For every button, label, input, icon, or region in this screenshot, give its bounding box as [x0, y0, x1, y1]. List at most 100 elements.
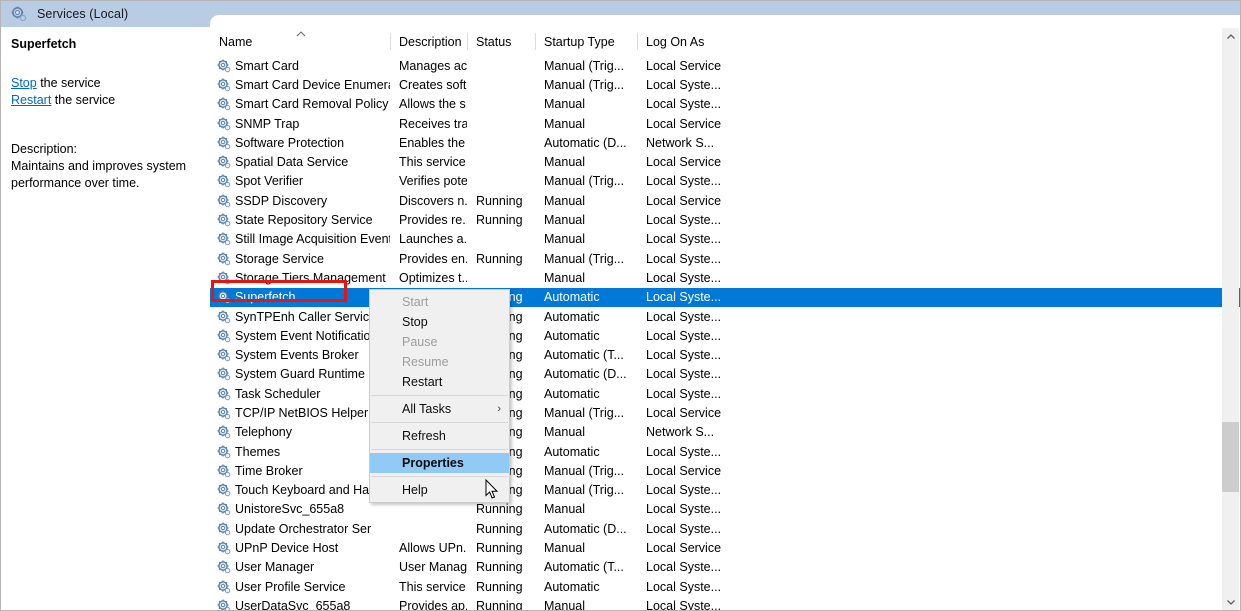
table-row[interactable]: TelephonyRunningManualNetwork S...	[210, 423, 1240, 442]
service-name-text: Spatial Data Service	[235, 155, 349, 170]
cell-service-name: Themes	[210, 445, 390, 459]
window-title-text: Services (Local)	[37, 7, 129, 21]
cell-log-on-as: Local Service	[646, 463, 722, 478]
table-row[interactable]: System Guard Runtime MRunningAutomatic (…	[210, 365, 1240, 384]
column-header-status[interactable]: Status	[467, 29, 535, 55]
table-row[interactable]: Storage Service Provides en... Running Manu…	[210, 249, 1240, 268]
service-gear-icon	[217, 194, 231, 208]
table-row[interactable]: Update Orchestrator Ser Running Automatic …	[210, 519, 1240, 538]
cell-service-name: TCP/IP NetBIOS Helper	[210, 406, 390, 420]
service-gear-icon	[217, 290, 231, 304]
table-row[interactable]: Task SchedulerRunningAutomaticLocal Syst…	[210, 384, 1240, 403]
restart-service-link[interactable]: Restart	[11, 93, 51, 107]
menu-item-all-tasks[interactable]: All Tasks ›	[370, 399, 509, 419]
service-name-text: Superfetch	[235, 290, 296, 305]
cell-service-name: UPnP Device Host	[210, 541, 390, 555]
cell-service-name: Smart Card Device Enumera...	[210, 78, 390, 92]
table-row[interactable]: Software Protection Enables the ... Automa…	[210, 133, 1240, 152]
table-row[interactable]: ThemesRunningAutomaticLocal Syste...	[210, 442, 1240, 461]
cell-service-name: System Events Broker	[210, 348, 390, 362]
column-header-startup-type[interactable]: Startup Type	[535, 29, 637, 55]
cell-log-on-as: Local Service	[646, 541, 722, 556]
table-row[interactable]: SSDP Discovery Discovers n... Running Manua…	[210, 191, 1240, 210]
cell-startup-type: Manual (Trig...	[544, 483, 625, 498]
service-gear-icon	[217, 502, 231, 516]
service-name-text: Storage Tiers Management	[235, 270, 386, 285]
table-row[interactable]: Smart Card Manages ac... Manual (Trig... Lo…	[210, 56, 1240, 75]
cell-description: User Manag...	[399, 560, 467, 575]
cell-service-name: Smart Card	[210, 59, 390, 73]
cell-log-on-as: Local Syste...	[646, 579, 722, 594]
scrollbar-thumb[interactable]	[1222, 422, 1239, 492]
table-row[interactable]: User Profile Service This service ... Runn…	[210, 577, 1240, 596]
stop-service-suffix: the service	[36, 76, 101, 90]
description-label: Description:	[11, 142, 77, 156]
table-row[interactable]: UnistoreSvc_655a8 Running Manual Local Syst…	[210, 500, 1240, 519]
table-row[interactable]: State Repository Service Provides re... Ru…	[210, 210, 1240, 229]
table-row[interactable]: Still Image Acquisition Events Launches a…	[210, 230, 1240, 249]
table-row[interactable]: Spot Verifier Verifies pote... Manual (Tri…	[210, 172, 1240, 191]
service-name-text: SynTPEnh Caller Service	[235, 309, 377, 324]
cell-startup-type: Manual	[544, 502, 585, 517]
service-gear-icon	[217, 97, 231, 111]
table-row[interactable]: Storage Tiers Management Optimizes t... Ma…	[210, 268, 1240, 287]
cell-log-on-as: Local Service	[646, 405, 722, 420]
table-row[interactable]: Touch Keyboard and HaRunningManual (Trig…	[210, 481, 1240, 500]
cell-log-on-as: Network S...	[646, 135, 715, 150]
table-row[interactable]: UPnP Device Host Allows UPn... Running Manu…	[210, 538, 1240, 557]
table-row[interactable]: Smart Card Device Enumera... Creates soft…	[210, 75, 1240, 94]
menu-item-refresh[interactable]: Refresh	[370, 426, 509, 446]
cell-log-on-as: Network S...	[646, 425, 715, 440]
service-name-text: SSDP Discovery	[235, 193, 328, 208]
cell-startup-type: Manual (Trig...	[544, 174, 625, 189]
cell-startup-type: Manual (Trig...	[544, 405, 625, 420]
cell-status: Running	[476, 251, 523, 266]
cell-description: Enables the ...	[399, 135, 467, 150]
menu-item-stop[interactable]: Stop	[370, 312, 509, 332]
scroll-up-arrow-icon[interactable]	[1222, 28, 1239, 45]
vertical-scrollbar[interactable]	[1222, 28, 1239, 610]
menu-item-restart[interactable]: Restart	[370, 372, 509, 392]
menu-item-label: Stop	[402, 315, 428, 329]
cell-status: Running	[476, 521, 523, 536]
menu-item-label: Refresh	[402, 429, 446, 443]
service-name-text: SNMP Trap	[235, 116, 300, 131]
table-row[interactable]: UserDataSvc_655a8 Provides ap... Running Ma…	[210, 596, 1240, 610]
cell-service-name: Spatial Data Service	[210, 155, 390, 169]
scroll-down-arrow-icon[interactable]	[1222, 594, 1239, 610]
stop-service-link[interactable]: Stop	[11, 76, 37, 90]
service-name-text: Time Broker	[235, 463, 303, 478]
cell-log-on-as: Local Syste...	[646, 444, 722, 459]
menu-item-label: Restart	[402, 375, 443, 389]
service-gear-icon	[217, 425, 231, 439]
service-name-text: User Manager	[235, 560, 315, 575]
table-row[interactable]: Smart Card Removal Policy Allows the s...…	[210, 95, 1240, 114]
column-header-log-on-as[interactable]: Log On As	[637, 29, 737, 55]
cell-description: Creates soft...	[399, 77, 467, 92]
cell-description: Provides re...	[399, 213, 467, 228]
table-row[interactable]: Time BrokerRunningManual (Trig...Local S…	[210, 461, 1240, 480]
table-row[interactable]: User Manager User Manag... Running Automati…	[210, 558, 1240, 577]
service-name-text: Touch Keyboard and Ha	[235, 483, 370, 498]
column-header-description[interactable]: Description	[390, 29, 467, 55]
table-row[interactable]: TCP/IP NetBIOS HelperRunningManual (Trig…	[210, 403, 1240, 422]
column-header-name[interactable]: Name	[210, 29, 390, 55]
cell-startup-type: Manual	[544, 155, 585, 170]
table-row[interactable]: System Events BrokerRunningAutomatic (T.…	[210, 345, 1240, 364]
cell-service-name: State Repository Service	[210, 213, 390, 227]
cell-startup-type: Manual (Trig...	[544, 463, 625, 478]
table-row[interactable]: SynTPEnh Caller ServiceRunningAutomaticL…	[210, 307, 1240, 326]
service-gear-icon	[217, 310, 231, 324]
table-row[interactable]: SNMP Trap Receives tra... Manual Local Serv…	[210, 114, 1240, 133]
menu-item-properties[interactable]: Properties	[370, 453, 509, 473]
menu-item-label: Properties	[402, 456, 464, 470]
cell-log-on-as: Local Syste...	[646, 560, 722, 575]
menu-item-help[interactable]: Help	[370, 480, 509, 500]
service-gear-icon	[217, 367, 231, 381]
table-row[interactable]: Spatial Data Service This service ... Manu…	[210, 152, 1240, 171]
table-row[interactable]: System Event NotificationRunningAutomati…	[210, 326, 1240, 345]
context-menu: Start Stop Pause Resume Restart All Tasks › Ref…	[369, 289, 510, 503]
cell-service-name: SSDP Discovery	[210, 194, 390, 208]
table-row-selected[interactable]: SuperfetchMaintains a...RunningAutomatic…	[210, 287, 1240, 307]
cell-log-on-as: Local Service	[646, 193, 722, 208]
